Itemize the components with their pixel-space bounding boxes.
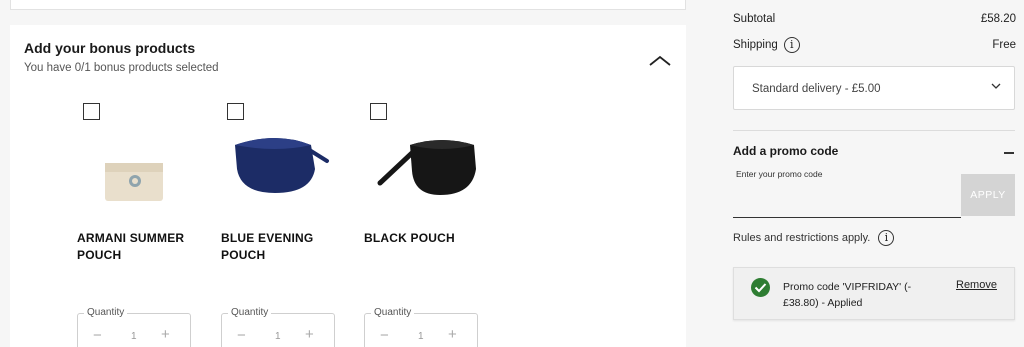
bonus-products-panel: Add your bonus products You have 0/1 bon…	[10, 25, 686, 347]
quantity-label: Quantity	[228, 307, 272, 318]
bonus-title: Add your bonus products	[24, 40, 196, 56]
black-pouch-image	[374, 123, 484, 213]
info-icon[interactable]: i	[783, 37, 800, 53]
delivery-select[interactable]: Standard delivery - £5.00	[733, 66, 1015, 110]
blue-pouch-image	[231, 123, 341, 213]
collapse-minus-icon[interactable]	[1004, 152, 1014, 154]
rules-text: Rules and restrictions apply.	[733, 231, 871, 244]
product-checkbox[interactable]	[227, 103, 244, 120]
promo-code-input[interactable]	[733, 180, 961, 218]
delivery-selected-value: Standard delivery - £5.00	[752, 83, 881, 95]
product-name: ARMANI SUMMER POUCH	[77, 231, 185, 262]
divider	[733, 130, 1015, 131]
rules-text-row: Rules and restrictions apply. i	[733, 230, 895, 246]
check-circle-icon	[751, 278, 770, 297]
beige-pouch-image	[87, 123, 197, 213]
quantity-value: 1	[275, 331, 281, 342]
product-checkbox[interactable]	[370, 103, 387, 120]
apply-button[interactable]: APPLY	[961, 174, 1015, 216]
bonus-product-card: BLACK POUCH Quantity − 1 +	[364, 103, 500, 347]
quantity-value: 1	[131, 331, 137, 342]
subtotal-label: Subtotal	[733, 13, 776, 25]
bonus-product-card: ARMANI SUMMER POUCH Quantity − 1 +	[77, 103, 213, 347]
remove-promo-link[interactable]: Remove	[956, 279, 997, 291]
product-checkbox[interactable]	[83, 103, 100, 120]
plus-icon[interactable]: +	[305, 327, 314, 342]
minus-icon[interactable]: −	[237, 328, 246, 343]
shipping-label: Shipping	[733, 39, 778, 52]
subtotal-value: £58.20	[980, 13, 1016, 25]
quantity-label: Quantity	[371, 307, 415, 318]
promo-applied-banner: Promo code 'VIPFRIDAY' (-£38.80) - Appli…	[733, 267, 1015, 320]
chevron-up-icon[interactable]	[647, 53, 673, 69]
order-summary: Subtotal £58.20 Shipping i Free Standard …	[712, 0, 1024, 347]
quantity-stepper[interactable]: Quantity − 1 +	[77, 307, 191, 347]
plus-icon[interactable]: +	[448, 327, 457, 342]
promo-input-label: Enter your promo code	[736, 169, 823, 179]
info-icon[interactable]: i	[878, 230, 895, 246]
product-name: BLUE EVENING POUCH	[221, 231, 314, 262]
bonus-product-card: BLUE EVENING POUCH Quantity − 1 +	[221, 103, 357, 347]
previous-section-card	[10, 0, 686, 10]
minus-icon[interactable]: −	[93, 328, 102, 343]
quantity-stepper[interactable]: Quantity − 1 +	[221, 307, 335, 347]
quantity-label: Quantity	[84, 307, 128, 318]
shipping-row: Shipping i Free	[733, 37, 1016, 53]
promo-applied-text: Promo code 'VIPFRIDAY' (-£38.80) - Appli…	[783, 281, 912, 309]
promo-title: Add a promo code	[733, 144, 839, 158]
minus-icon[interactable]: −	[380, 328, 389, 343]
quantity-stepper[interactable]: Quantity − 1 +	[364, 307, 478, 347]
quantity-value: 1	[418, 331, 424, 342]
shipping-value: Free	[992, 39, 1016, 51]
plus-icon[interactable]: +	[161, 327, 170, 342]
subtotal-row: Subtotal £58.20	[733, 13, 1016, 25]
product-name: BLACK POUCH	[364, 231, 455, 245]
chevron-down-icon	[990, 80, 1002, 92]
bonus-subtitle: You have 0/1 bonus products selected	[24, 62, 219, 74]
